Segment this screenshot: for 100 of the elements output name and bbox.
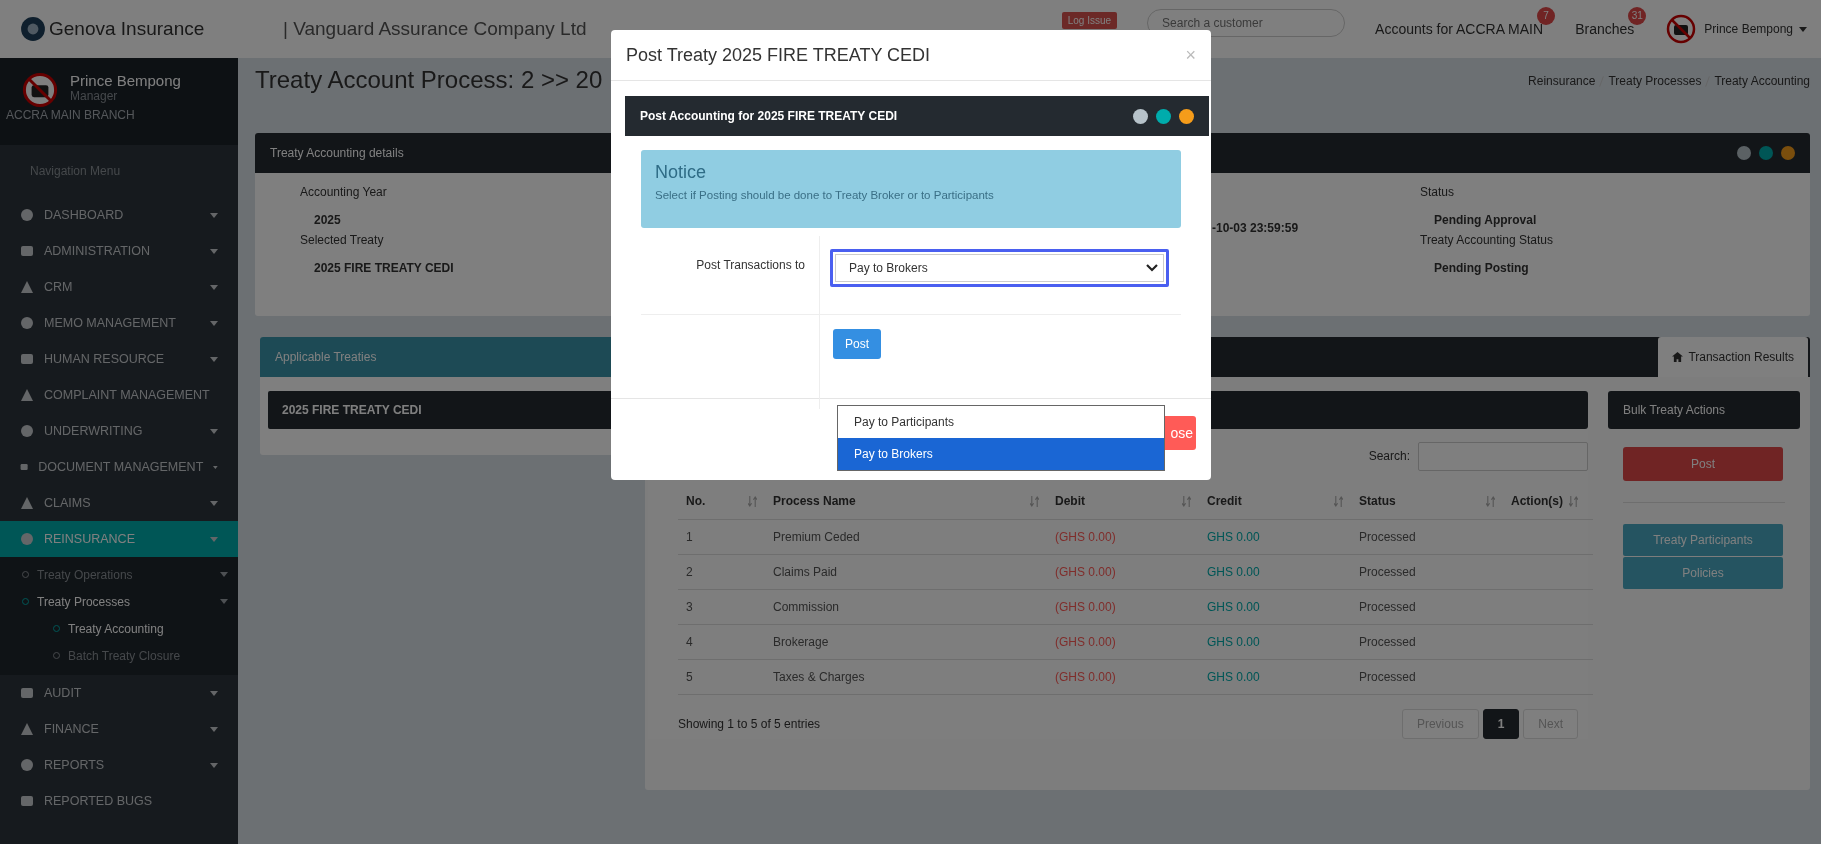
page-button[interactable]: 1	[1482, 709, 1520, 739]
action-button[interactable]: Policies	[1623, 557, 1783, 589]
log-issue-button[interactable]: Log Issue	[1061, 12, 1118, 29]
post-button[interactable]: Post	[1623, 447, 1783, 481]
table-cell: GHS 0.00	[1206, 554, 1358, 590]
search-label: Search:	[1368, 449, 1410, 463]
menu-item[interactable]: DOCUMENT MANAGEMENT	[0, 449, 238, 485]
caret-icon	[210, 428, 218, 434]
menu-item[interactable]: HUMAN RESOURCE	[0, 341, 238, 377]
field-label: Post Transactions to	[696, 258, 805, 272]
modal-title: Post Treaty 2025 FIRE TREATY CEDI	[626, 44, 931, 66]
column-header[interactable]: Process Name	[772, 483, 1054, 520]
table-cell: (GHS 0.00)	[1054, 659, 1206, 695]
menu-item[interactable]: CLAIMS	[0, 485, 238, 521]
caret-icon	[210, 536, 218, 542]
field-value: 2025 FIRE TREATY CEDI	[313, 260, 454, 277]
table-cell: Processed	[1358, 624, 1510, 660]
table-cell: Premium Ceded	[772, 519, 1054, 555]
menu-item[interactable]: ADMINISTRATION	[0, 233, 238, 269]
menu-item[interactable]: DASHBOARD	[0, 197, 238, 233]
table-cell: (GHS 0.00)	[1054, 519, 1206, 555]
table-cell: Taxes & Charges	[772, 659, 1054, 695]
expand-icon[interactable]	[1133, 108, 1148, 124]
search-field[interactable]: Search a customer	[1147, 9, 1346, 37]
menu-item[interactable]: CRM	[0, 269, 238, 305]
count-badge: 7	[1537, 7, 1556, 25]
menu-item[interactable]: AUDIT	[0, 675, 238, 711]
tab[interactable]: Transaction Results	[1658, 337, 1808, 377]
select-field[interactable]: Pay to Brokers	[830, 249, 1169, 287]
table-cell: GHS 0.00	[1206, 519, 1358, 555]
count-badge: 31	[1628, 7, 1647, 25]
page-title: Treaty Account Process: 2 >> 20	[255, 66, 603, 94]
field-label: Selected Treaty	[300, 233, 384, 249]
field-label: Treaty Accounting Status	[1420, 233, 1553, 249]
user-role: Manager	[70, 89, 119, 103]
submenu-item[interactable]: Treaty Accounting	[0, 615, 238, 642]
table-cell: Processed	[1358, 659, 1510, 695]
sort-icon	[1030, 496, 1039, 507]
table-cell: Brokerage	[772, 624, 1054, 660]
sort-icon	[1334, 496, 1343, 507]
panel-title: Applicable Treaties	[275, 350, 377, 364]
field-value: 2025	[313, 212, 341, 229]
column-header[interactable]: Debit	[1054, 483, 1206, 520]
action-button[interactable]: Treaty Participants	[1623, 524, 1783, 556]
menu-item[interactable]: REPORTED BUGS	[0, 783, 238, 819]
sort-icon	[748, 496, 757, 507]
table-cell: Commission	[772, 589, 1054, 625]
menu-item[interactable]: UNDERWRITING	[0, 413, 238, 449]
sort-icon	[1182, 496, 1191, 507]
user-menu[interactable]: Prince Bempong	[1704, 22, 1793, 36]
field-value: Pending Approval	[1433, 212, 1537, 229]
menu-item[interactable]: FINANCE	[0, 711, 238, 747]
caret-icon	[220, 599, 228, 604]
table-cell: (GHS 0.00)	[1054, 589, 1206, 625]
caret-icon	[210, 248, 218, 254]
submenu-item[interactable]: Treaty Processes	[0, 588, 238, 615]
table-cell: Processed	[1358, 589, 1510, 625]
caret-icon	[210, 212, 218, 218]
home-icon	[1672, 352, 1684, 362]
field-label: Accounting Year	[300, 185, 387, 201]
search-field[interactable]	[1418, 441, 1588, 471]
caret-icon	[210, 762, 218, 768]
menu-item[interactable]: REINSURANCE	[0, 521, 238, 557]
breadcrumb-link[interactable]: Treaty Processes	[1608, 74, 1702, 88]
caret-icon	[220, 572, 228, 577]
column-header[interactable]: Action(s)	[1510, 483, 1593, 520]
reload-icon[interactable]	[1156, 108, 1171, 124]
user-name: Prince Bempong	[70, 72, 181, 89]
table-cell: 4	[678, 624, 772, 660]
field-label: Status	[1420, 185, 1455, 201]
no-photo-icon[interactable]	[1666, 14, 1697, 44]
close-button[interactable]: ×	[1185, 44, 1196, 66]
table-cell: GHS 0.00	[1206, 659, 1358, 695]
table-cell: (GHS 0.00)	[1054, 624, 1206, 660]
menu-item[interactable]: COMPLAINT MANAGEMENT	[0, 377, 238, 413]
chevron-icon	[1146, 264, 1158, 272]
brand-name: Genova Insurance	[49, 18, 205, 40]
column-header[interactable]: Status	[1358, 483, 1510, 520]
caret-icon	[210, 500, 218, 506]
column-header[interactable]: Credit	[1206, 483, 1358, 520]
caret-icon	[210, 284, 218, 290]
dropdown-option[interactable]: Pay to Brokers	[838, 438, 1164, 470]
panel-title: Bulk Treaty Actions	[1623, 403, 1726, 417]
sort-icon	[1569, 496, 1578, 507]
caret-icon	[210, 320, 218, 326]
field-value: Pending Posting	[1433, 260, 1529, 277]
menu-item[interactable]: REPORTS	[0, 747, 238, 783]
table-cell: 1	[678, 519, 772, 555]
breadcrumb-link[interactable]: Treaty Accounting	[1714, 74, 1810, 88]
post-button[interactable]: Post	[833, 329, 881, 359]
menu-item[interactable]: MEMO MANAGEMENT	[0, 305, 238, 341]
minimize-icon[interactable]	[1179, 108, 1194, 124]
table-cell: 3	[678, 589, 772, 625]
caret-icon	[210, 356, 218, 362]
caret-icon	[213, 464, 218, 470]
table-cell: GHS 0.00	[1206, 624, 1358, 660]
breadcrumb-link[interactable]: Reinsurance	[1528, 74, 1596, 88]
table-cell: Claims Paid	[772, 554, 1054, 590]
column-header[interactable]: No.	[678, 483, 772, 520]
caret-icon	[1799, 26, 1807, 32]
